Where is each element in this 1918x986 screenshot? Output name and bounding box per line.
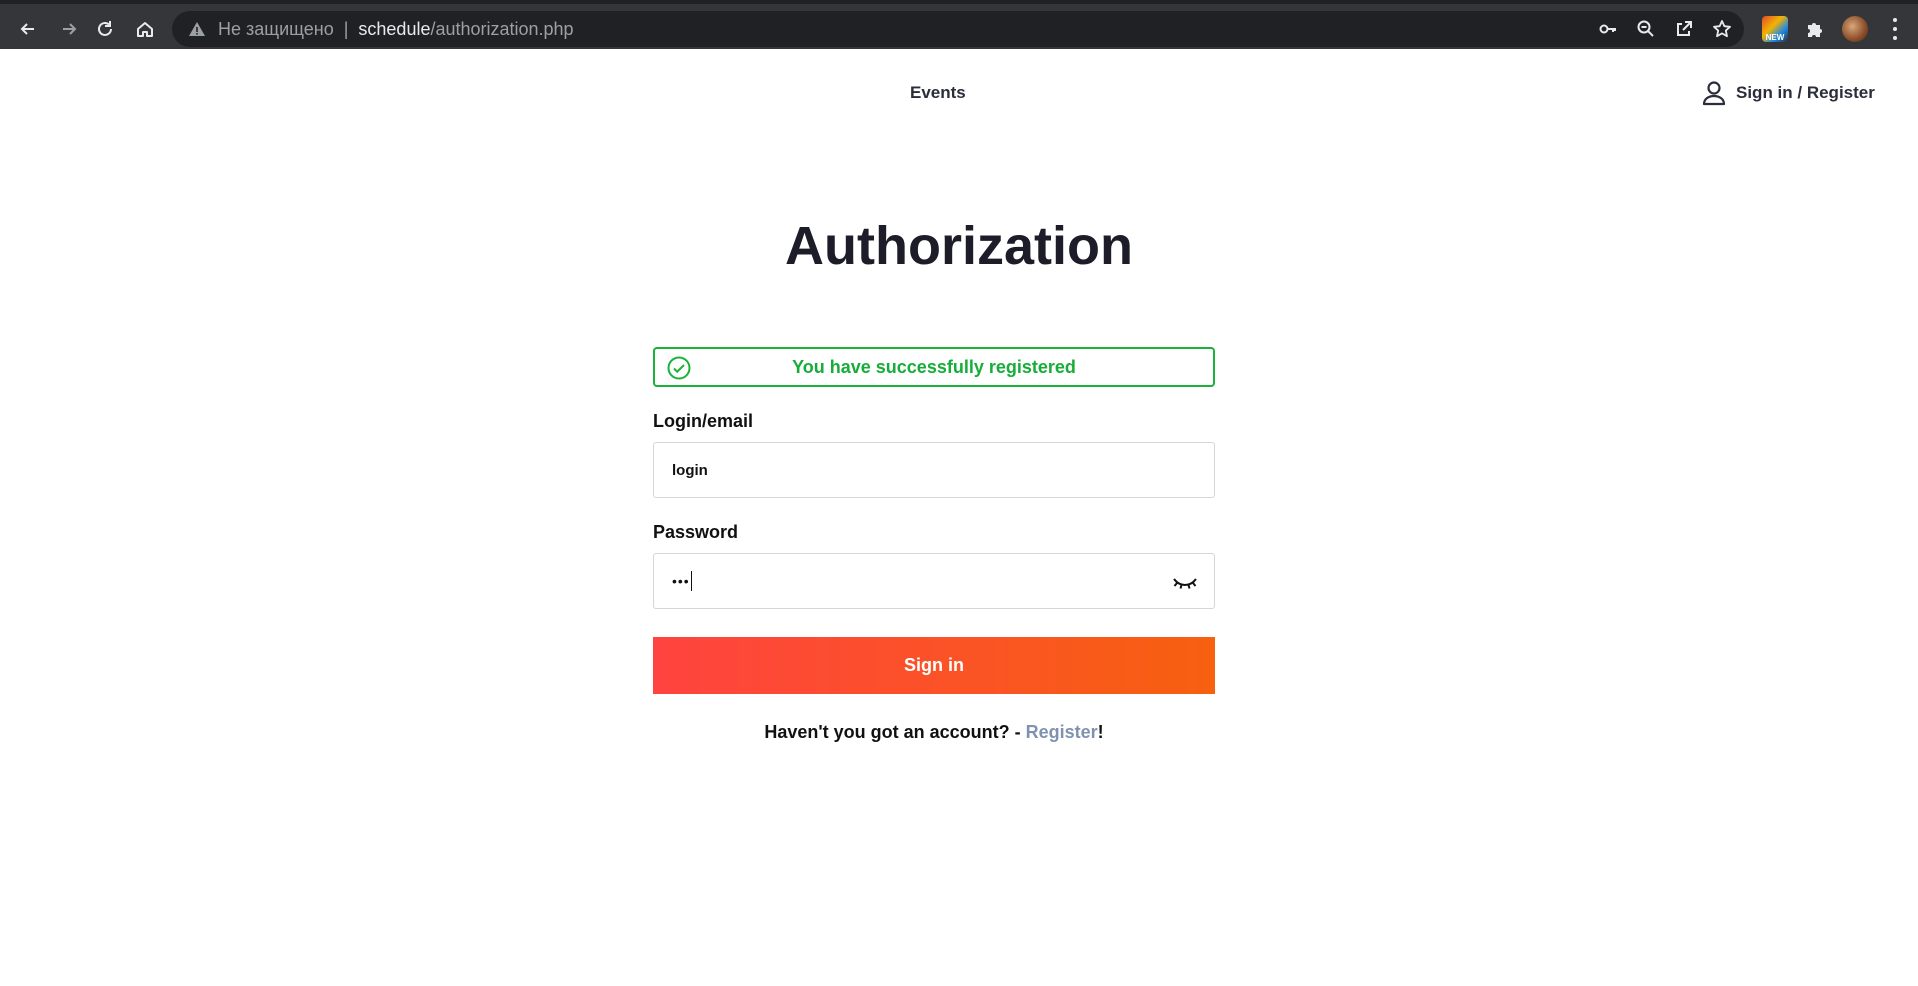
url-path: /authorization.php bbox=[430, 18, 574, 39]
home-button[interactable] bbox=[129, 13, 161, 45]
login-value: login bbox=[672, 461, 708, 479]
password-field[interactable]: ••• bbox=[653, 553, 1215, 609]
extension-new-button[interactable]: NEW bbox=[1762, 16, 1788, 42]
home-icon bbox=[137, 22, 153, 37]
extensions-button[interactable] bbox=[1802, 16, 1828, 42]
authorization-form: You have successfully registered Login/e… bbox=[653, 347, 1215, 743]
reload-icon bbox=[98, 21, 112, 36]
success-message: You have successfully registered bbox=[792, 356, 1076, 377]
page-title: Authorization bbox=[785, 216, 1133, 276]
login-field[interactable]: login bbox=[653, 442, 1215, 498]
menu-button[interactable] bbox=[1882, 16, 1908, 42]
star-icon[interactable] bbox=[1712, 19, 1732, 39]
user-icon bbox=[1702, 81, 1726, 106]
url-host: schedule bbox=[358, 18, 431, 39]
extension-new-icon: NEW bbox=[1762, 16, 1788, 42]
register-link[interactable]: Register bbox=[1026, 722, 1098, 742]
reload-button[interactable] bbox=[89, 13, 121, 45]
register-prompt-text: Haven't you got an account? - bbox=[764, 722, 1026, 742]
back-button[interactable] bbox=[12, 13, 44, 45]
arrow-right-icon bbox=[63, 23, 77, 35]
profile-button[interactable] bbox=[1842, 16, 1868, 42]
avatar bbox=[1842, 16, 1868, 42]
address-bar[interactable]: Не защищено | schedule/authorization.php bbox=[172, 11, 1744, 47]
extension-new-label: NEW bbox=[1765, 33, 1785, 42]
login-label: Login/email bbox=[653, 411, 754, 431]
warning-icon bbox=[189, 22, 205, 36]
success-alert: You have successfully registered bbox=[653, 347, 1215, 387]
zoom-out-icon[interactable] bbox=[1636, 19, 1656, 39]
sign-in-button[interactable]: Sign in bbox=[653, 637, 1215, 694]
separator: | bbox=[343, 18, 349, 39]
register-prompt: Haven't you got an account? - Register! bbox=[653, 722, 1215, 743]
key-icon[interactable] bbox=[1598, 19, 1618, 39]
eye-closed-icon[interactable] bbox=[1172, 572, 1198, 592]
nav-auth-label: Sign in / Register bbox=[1736, 83, 1875, 102]
extensions-area: NEW bbox=[1762, 11, 1918, 47]
security-label: Не защищено bbox=[218, 18, 334, 39]
address-bar-actions bbox=[1598, 11, 1732, 47]
site-header: Events Sign in / Register bbox=[0, 49, 1918, 139]
text-caret bbox=[690, 571, 692, 591]
nav-events-link[interactable]: Events bbox=[910, 83, 966, 103]
register-suffix: ! bbox=[1097, 722, 1104, 742]
password-label: Password bbox=[653, 522, 739, 542]
browser-toolbar: Не защищено | schedule/authorization.php… bbox=[0, 0, 1918, 49]
check-circle-icon bbox=[667, 356, 691, 380]
arrow-left-icon bbox=[20, 23, 34, 35]
nav-auth-link[interactable]: Sign in / Register bbox=[1700, 79, 1875, 107]
forward-button[interactable] bbox=[53, 13, 85, 45]
share-icon[interactable] bbox=[1674, 19, 1694, 39]
puzzle-icon bbox=[1808, 23, 1822, 37]
kebab-menu-icon bbox=[1892, 18, 1898, 40]
password-value: ••• bbox=[672, 573, 690, 589]
